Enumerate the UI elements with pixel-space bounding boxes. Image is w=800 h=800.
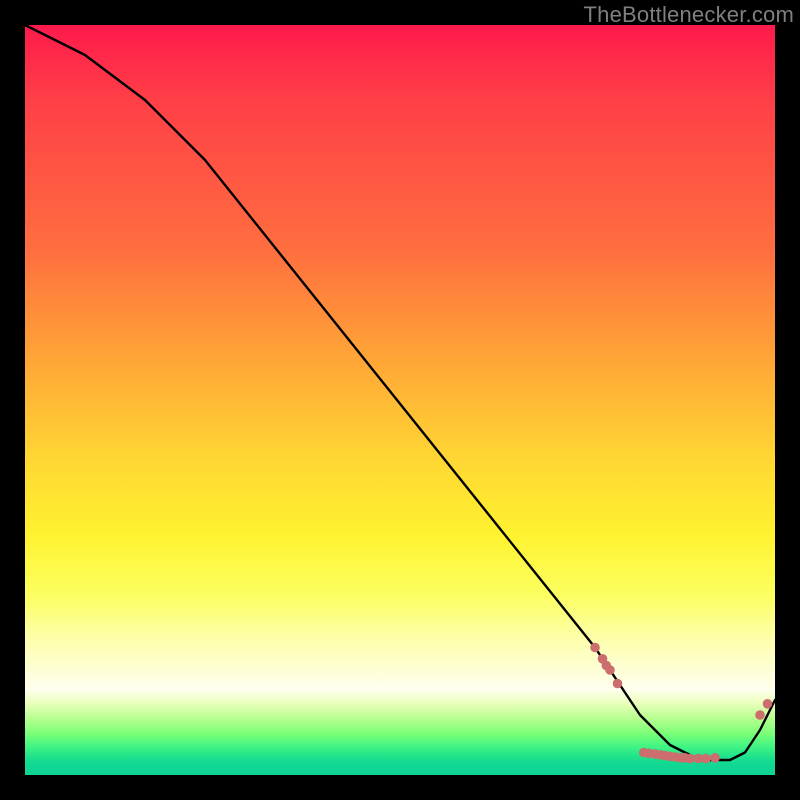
data-point [763, 699, 773, 709]
data-point [686, 754, 696, 764]
chart-frame: TheBottlenecker.com [0, 0, 800, 800]
data-point [590, 643, 600, 653]
data-point [755, 710, 765, 720]
data-point [613, 679, 623, 689]
data-point [710, 753, 720, 763]
chart-plot-area [25, 25, 775, 775]
bottleneck-curve [25, 25, 775, 775]
data-point-markers [590, 643, 772, 764]
line-series-path [25, 25, 775, 760]
data-point [701, 754, 711, 764]
watermark-text: TheBottlenecker.com [584, 2, 794, 28]
data-point [605, 665, 615, 675]
